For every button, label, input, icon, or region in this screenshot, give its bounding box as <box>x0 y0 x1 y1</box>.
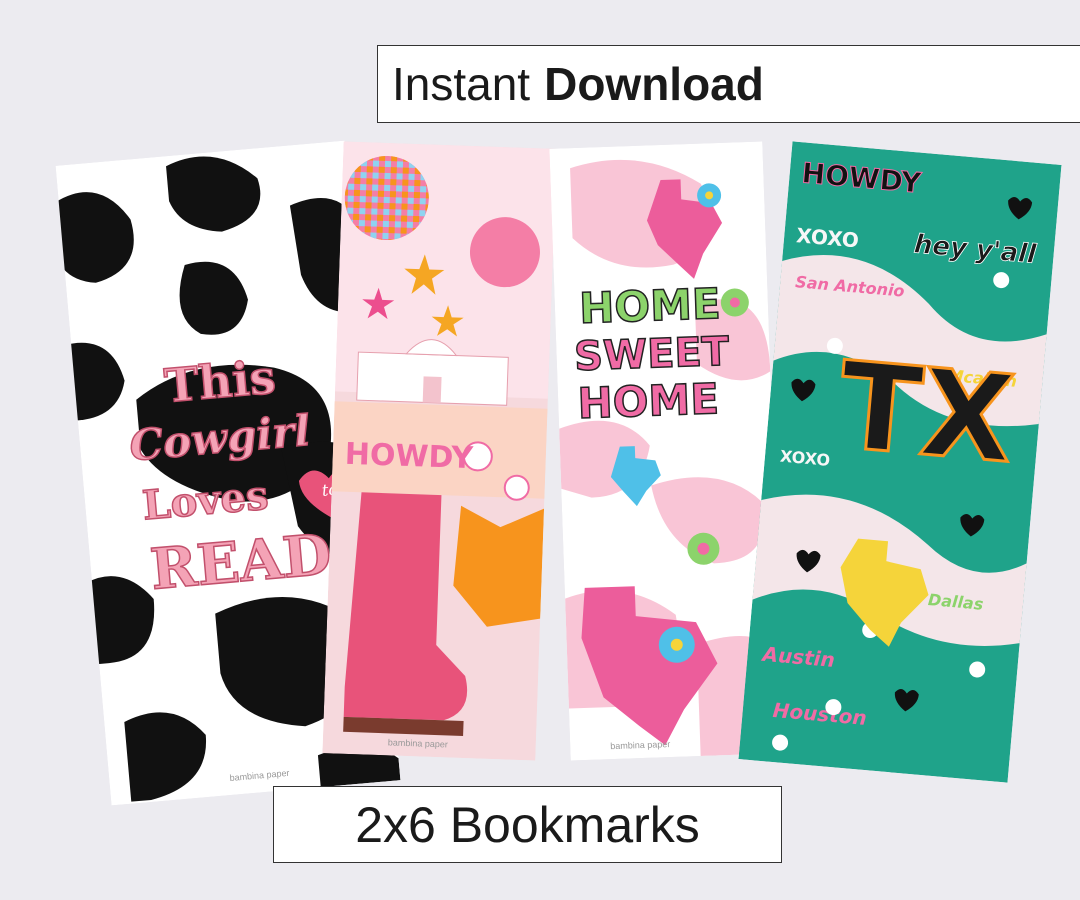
bookmark-line: HOWDY <box>344 437 475 476</box>
bookmark-size-label: 2x6 Bookmarks <box>355 796 700 853</box>
bookmark-line: HOME <box>578 279 721 333</box>
bookmark-size-banner: 2x6 Bookmarks <box>273 786 782 863</box>
bookmark-line: SWEET <box>573 329 730 380</box>
alamo-boot-art: HOWDY <box>322 141 557 761</box>
bookmark-line: This <box>162 350 277 413</box>
credit-text: bambina paper <box>387 737 448 750</box>
banner-word-instant: Instant <box>392 58 531 110</box>
bookmark-line: HOME <box>577 374 720 428</box>
instant-download-banner: Instant Download <box>377 45 1080 123</box>
bookmark-line: TX <box>834 337 1020 491</box>
bookmark-alamo-boot: HOWDY bambina paper <box>322 141 557 761</box>
credit-text: bambina paper <box>610 739 671 752</box>
texas-cities-art: HOWDY XOXO hey y'all San Antonio Mcallen… <box>738 141 1062 783</box>
bookmark-texas-cities: HOWDY XOXO hey y'all San Antonio Mcallen… <box>738 141 1062 783</box>
banner-word-download: Download <box>544 58 764 110</box>
